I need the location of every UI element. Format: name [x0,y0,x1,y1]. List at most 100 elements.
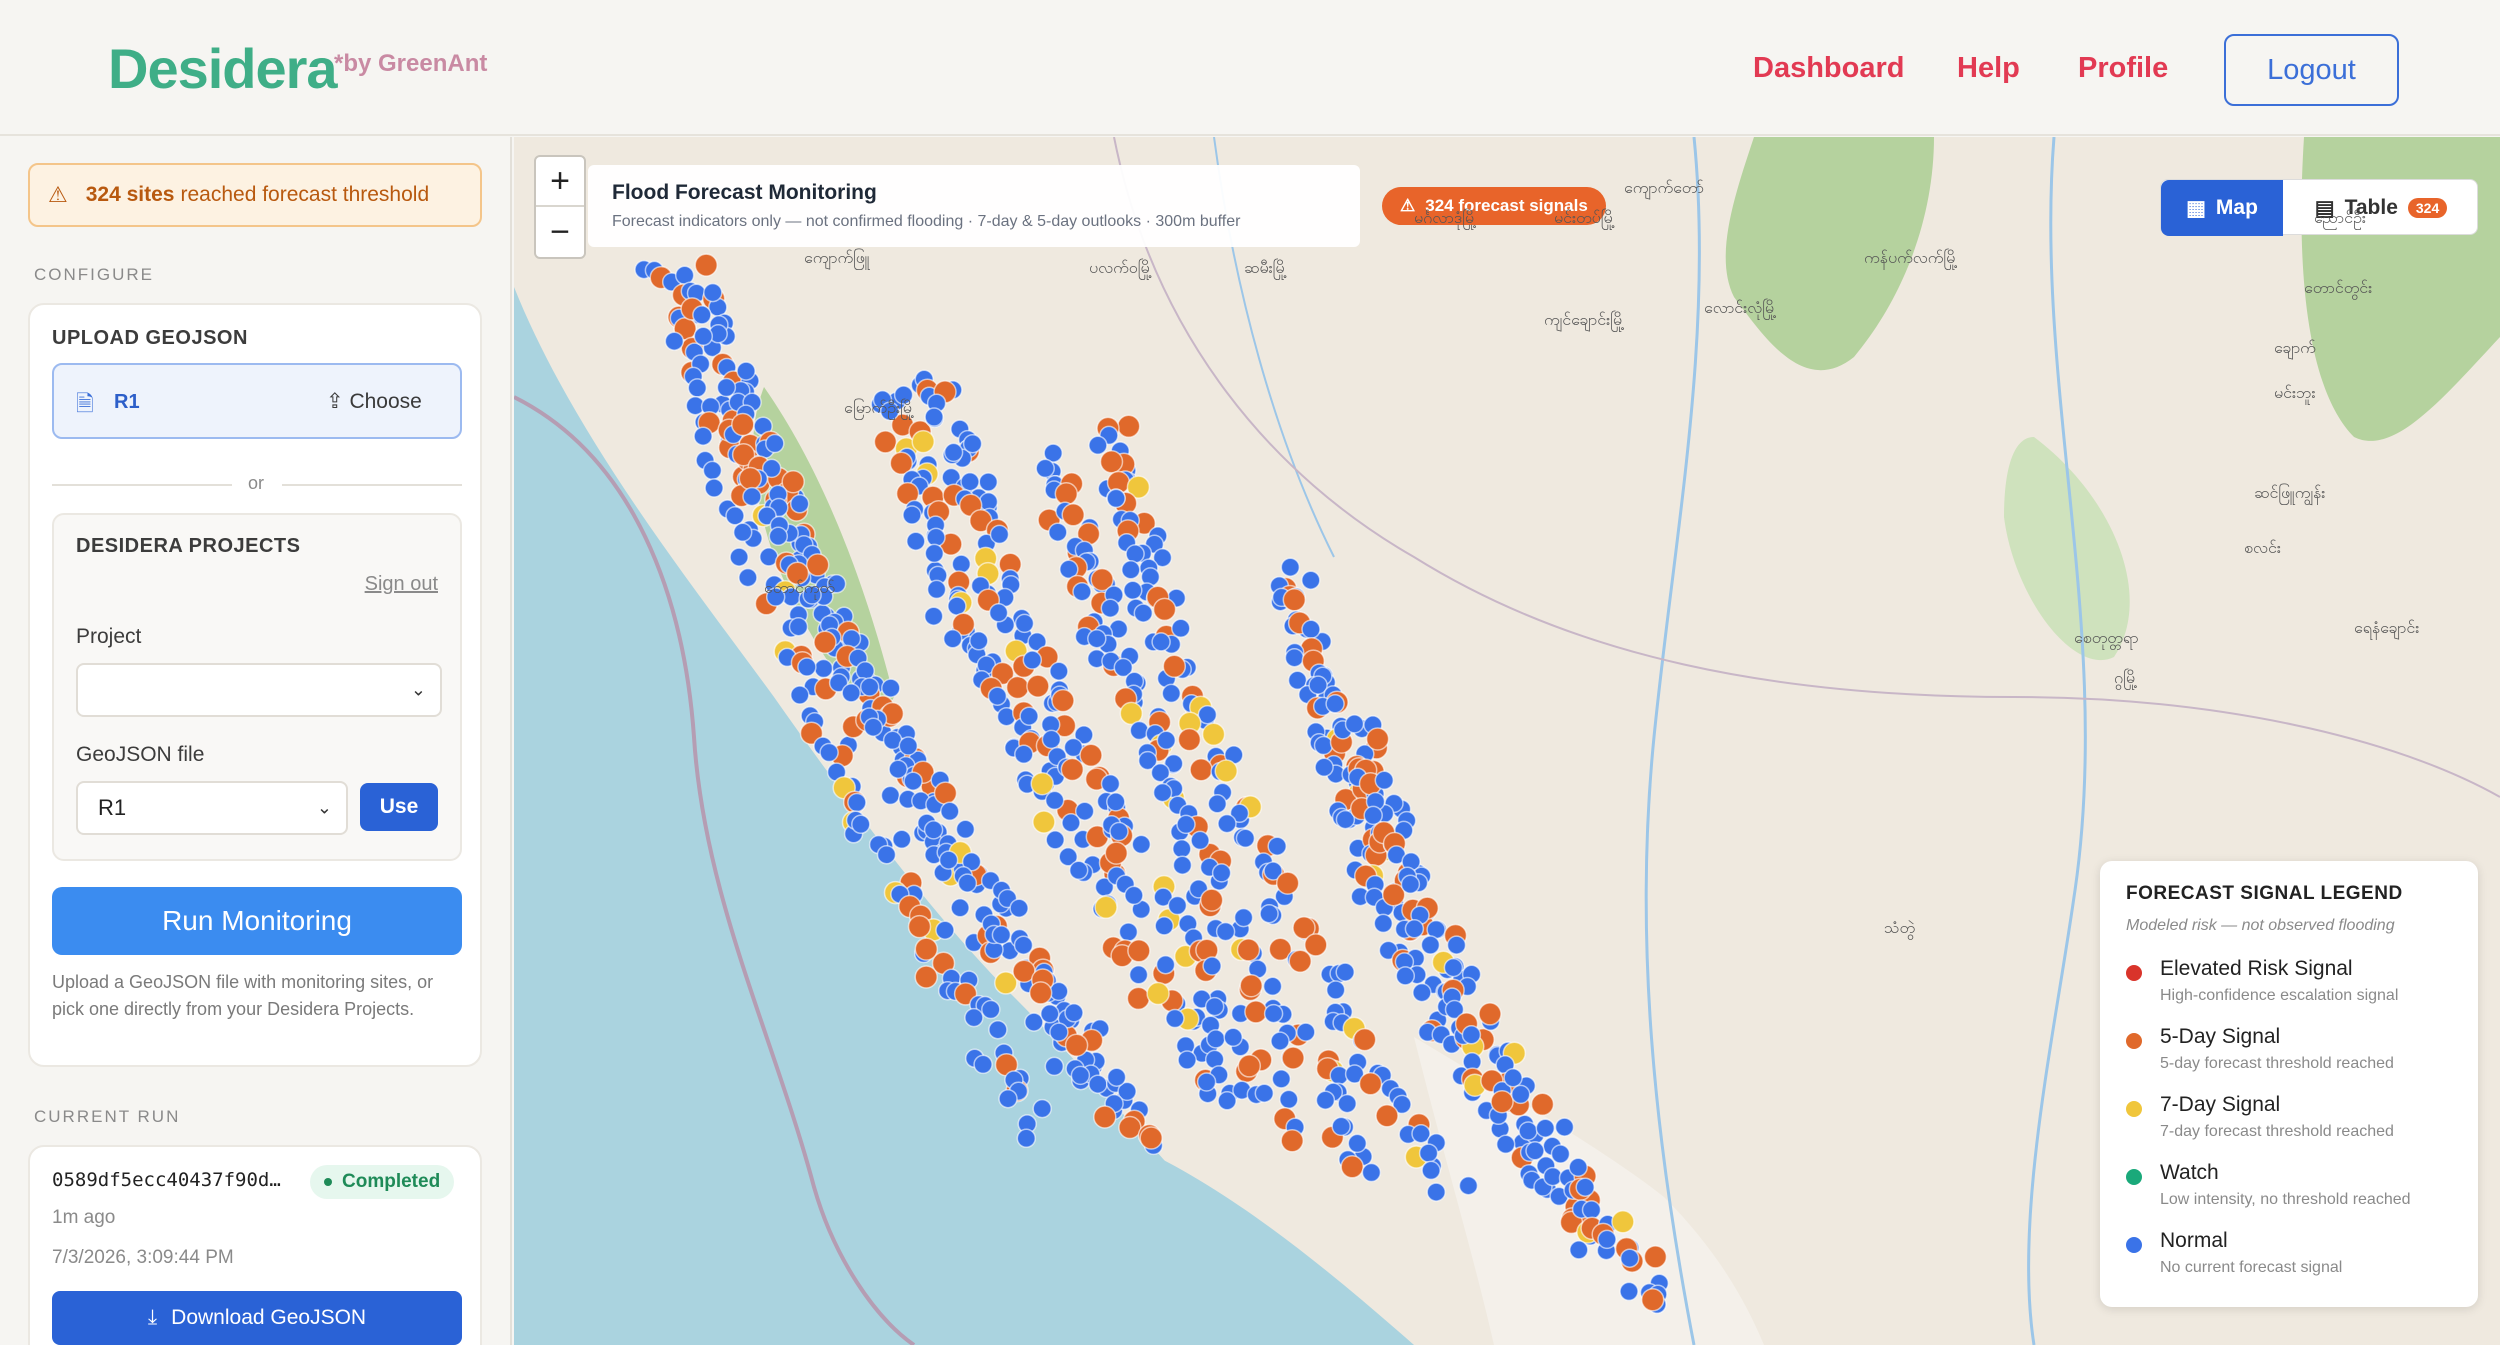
site-marker[interactable] [813,658,834,679]
geojson-select[interactable]: R1 ⌄ [76,781,348,835]
site-marker[interactable] [1156,730,1177,751]
site-marker[interactable] [1131,834,1152,855]
site-marker[interactable] [1072,581,1092,602]
site-marker[interactable] [1301,570,1321,590]
site-marker[interactable] [1418,1143,1439,1163]
upload-dropzone[interactable]: 🗎 R1 ⇪ Choose [52,363,462,439]
site-marker[interactable] [1267,836,1287,856]
site-marker[interactable] [1155,954,1176,975]
site-marker[interactable] [1022,650,1043,670]
site-marker[interactable] [989,524,1010,545]
site-marker[interactable] [1032,810,1056,834]
site-marker[interactable] [906,531,926,551]
site-marker[interactable] [938,850,959,870]
site-marker[interactable] [725,506,745,526]
site-marker[interactable] [1344,714,1365,734]
site-marker[interactable] [924,543,945,564]
site-marker[interactable] [1223,1027,1243,1048]
site-marker[interactable] [1104,841,1129,865]
site-marker[interactable] [790,685,810,705]
site-marker[interactable] [940,801,960,822]
site-marker[interactable] [1352,1027,1377,1052]
site-marker[interactable] [851,814,871,835]
map-panel[interactable]: + − Flood Forecast Monitoring Forecast i… [514,137,2500,1345]
site-marker[interactable] [1643,1245,1668,1269]
site-marker[interactable] [923,820,944,840]
site-marker[interactable] [1400,874,1421,895]
site-marker[interactable] [1535,1118,1556,1138]
site-marker[interactable] [947,596,967,616]
site-marker[interactable] [926,579,947,600]
site-marker[interactable] [1337,1093,1357,1114]
site-marker[interactable] [1051,688,1075,713]
site-marker[interactable] [1172,839,1192,859]
site-marker[interactable] [950,898,970,918]
site-marker[interactable] [987,686,1008,706]
site-marker[interactable] [1365,727,1390,751]
site-marker[interactable] [1064,1003,1084,1023]
site-marker[interactable] [1458,1175,1479,1196]
site-marker[interactable] [1335,962,1355,982]
site-marker[interactable] [1005,675,1030,700]
site-marker[interactable] [1060,757,1085,782]
site-marker[interactable] [1040,1004,1060,1024]
site-marker[interactable] [1087,628,1107,649]
site-marker[interactable] [1331,1116,1351,1137]
site-marker[interactable] [1284,647,1305,668]
site-marker[interactable] [1121,560,1141,580]
site-marker[interactable] [1270,1031,1290,1051]
site-marker[interactable] [1045,830,1065,850]
nav-help[interactable]: Help [1957,52,2020,85]
site-marker[interactable] [1100,774,1121,794]
site-marker[interactable] [957,873,978,893]
site-marker[interactable] [1395,966,1416,986]
site-marker[interactable] [813,630,837,654]
site-marker[interactable] [1035,458,1055,479]
site-marker[interactable] [789,494,810,514]
site-marker[interactable] [1446,935,1467,955]
site-marker[interactable] [1202,956,1222,976]
site-marker[interactable] [1177,727,1202,752]
site-marker[interactable] [1568,1157,1588,1178]
site-marker[interactable] [1126,986,1151,1011]
site-marker[interactable] [1259,903,1279,924]
site-marker[interactable] [969,631,989,651]
site-marker[interactable] [1530,1092,1555,1117]
site-marker[interactable] [1271,1069,1292,1089]
site-marker[interactable] [1233,907,1254,928]
site-marker[interactable] [1314,757,1334,778]
site-marker[interactable] [1315,1090,1336,1110]
site-marker[interactable] [1049,1022,1069,1042]
site-marker[interactable] [1550,1144,1571,1164]
site-marker[interactable] [1044,1056,1065,1077]
site-marker[interactable] [1211,863,1232,883]
site-marker[interactable] [1152,782,1173,803]
site-marker[interactable] [926,527,946,548]
site-marker[interactable] [964,1007,984,1028]
site-marker[interactable] [1009,898,1029,918]
site-marker[interactable] [935,920,955,940]
site-marker[interactable] [914,965,938,989]
use-button[interactable]: Use [360,783,438,831]
site-marker[interactable] [1461,1025,1482,1045]
site-marker[interactable] [1106,792,1126,812]
site-marker[interactable] [1619,1248,1640,1268]
site-marker[interactable] [1094,895,1118,920]
site-marker[interactable] [876,844,897,865]
site-marker[interactable] [1237,1054,1262,1078]
site-marker[interactable] [973,1054,993,1075]
nav-profile[interactable]: Profile [2078,52,2168,85]
site-marker[interactable] [1028,981,1053,1005]
site-marker[interactable] [1597,1229,1617,1250]
site-marker[interactable] [1129,720,1150,741]
site-marker[interactable] [1190,830,1210,851]
site-marker[interactable] [1196,1072,1217,1092]
site-marker[interactable] [1154,916,1174,936]
sign-out-link[interactable]: Sign out [365,573,438,596]
site-marker[interactable] [1030,771,1054,796]
site-marker[interactable] [881,678,901,698]
site-marker[interactable] [1404,919,1425,939]
site-marker[interactable] [693,426,713,446]
site-marker[interactable] [942,629,963,649]
site-marker[interactable] [1048,522,1068,542]
